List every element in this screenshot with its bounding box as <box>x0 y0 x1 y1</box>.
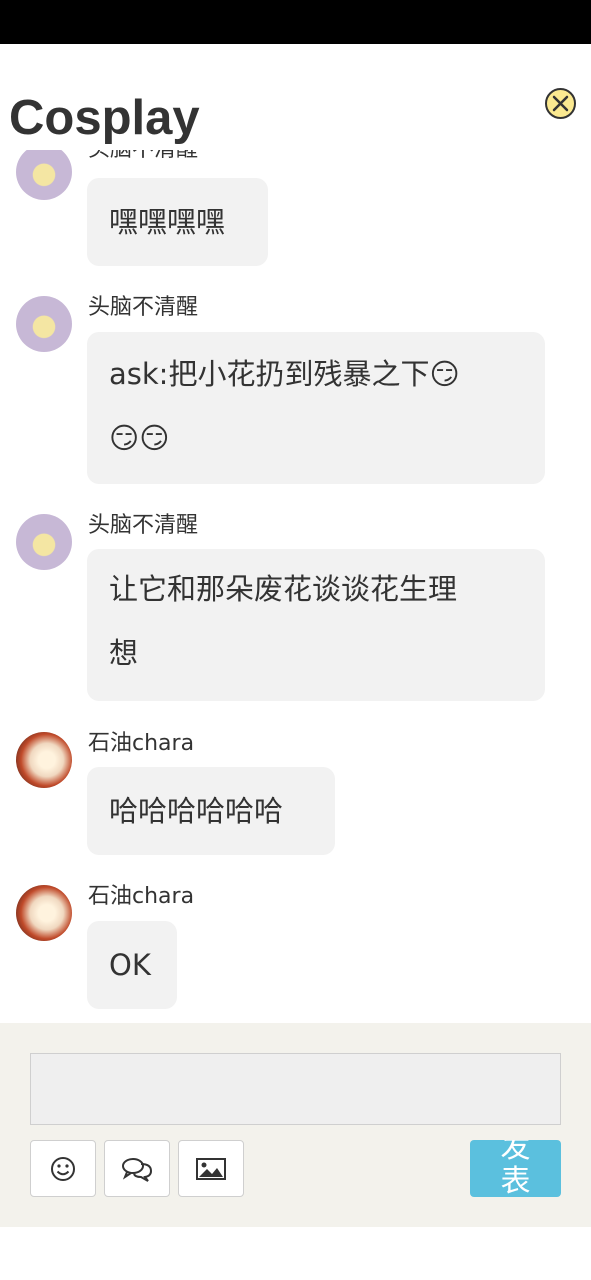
emoji-button[interactable] <box>30 1140 96 1197</box>
message-text: 哈哈哈哈哈哈 <box>109 794 284 828</box>
chat-message: 头脑不清醒 嘿嘿嘿嘿 <box>0 150 591 266</box>
close-icon <box>552 95 569 112</box>
chat-bubbles-icon <box>122 1157 153 1182</box>
emoji-icon <box>51 1156 75 1181</box>
chat-message: 石油chara OK <box>0 882 591 1010</box>
message-username: 头脑不清醒 <box>88 295 199 320</box>
send-button[interactable]: 发表 <box>470 1140 561 1197</box>
message-bubble: ask:把小花扔到残暴之下😏 😏😏 <box>87 332 545 484</box>
chat-message: 头脑不清醒 ask:把小花扔到残暴之下😏 😏😏 <box>0 293 591 484</box>
message-bubble: 嘿嘿嘿嘿 <box>87 178 268 266</box>
message-text: ask:把小花扔到残暴之下 <box>109 357 430 391</box>
smirk-emojis: 😏😏 <box>109 421 170 455</box>
message-bubble: OK <box>87 921 177 1009</box>
close-button[interactable] <box>545 88 576 119</box>
avatar[interactable] <box>16 732 72 788</box>
message-bubble: 让它和那朵废花谈谈花生理 想 <box>87 549 545 701</box>
chat-message: 头脑不清醒 让它和那朵废花谈谈花生理 想 <box>0 511 591 701</box>
page-title: Cosplay <box>9 91 200 145</box>
avatar[interactable] <box>16 885 72 941</box>
message-username: 石油chara <box>88 731 195 756</box>
status-bar <box>0 0 591 44</box>
avatar[interactable] <box>16 150 72 200</box>
smirk-emoji: 😏 <box>429 357 460 391</box>
image-icon <box>196 1157 226 1180</box>
image-button[interactable] <box>178 1140 244 1197</box>
message-text: 让它和那朵废花谈谈花生理 <box>109 572 458 606</box>
message-text: 想 <box>109 636 139 670</box>
message-text: OK <box>109 948 151 982</box>
avatar[interactable] <box>16 296 72 352</box>
chat-message-list[interactable]: 头脑不清醒 嘿嘿嘿嘿 头脑不清醒 ask:把小花扔到残暴之下😏 😏😏 头脑不清醒… <box>0 150 591 1023</box>
message-composer: 发表 <box>0 1023 591 1227</box>
chat-message: 石油chara 哈哈哈哈哈哈 <box>0 729 591 855</box>
send-button-label: 发表 <box>500 1140 531 1197</box>
message-username: 头脑不清醒 <box>88 150 198 165</box>
quote-button[interactable] <box>104 1140 170 1197</box>
message-bubble: 哈哈哈哈哈哈 <box>87 767 335 855</box>
message-text: 嘿嘿嘿嘿 <box>109 205 226 239</box>
message-username: 石油chara <box>88 884 195 909</box>
avatar[interactable] <box>16 514 72 570</box>
message-username: 头脑不清醒 <box>88 513 199 538</box>
message-input[interactable] <box>30 1053 561 1125</box>
